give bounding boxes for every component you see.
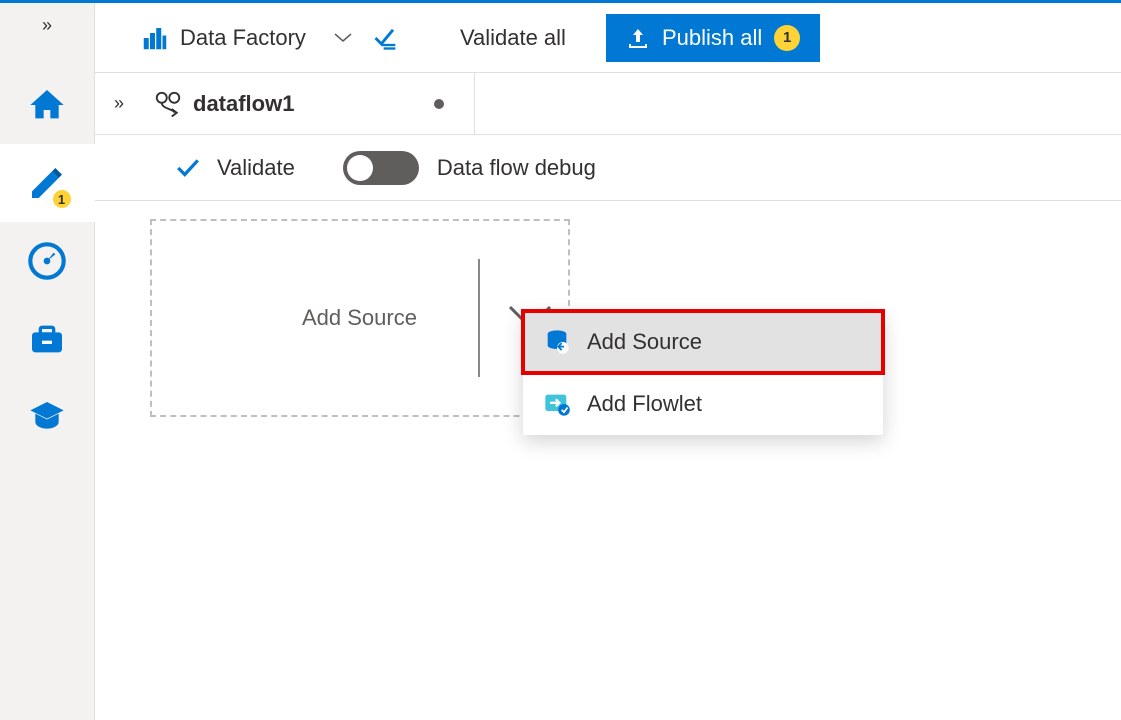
- upload-icon: [626, 26, 650, 50]
- menu-add-source[interactable]: Add Source: [523, 311, 883, 373]
- add-source-placeholder[interactable]: Add Source: [150, 219, 570, 417]
- factory-selector[interactable]: Data Factory: [140, 23, 352, 53]
- home-icon: [27, 85, 67, 125]
- validate-button[interactable]: Validate: [175, 155, 295, 181]
- author-badge: 1: [51, 188, 73, 210]
- factory-label: Data Factory: [180, 25, 306, 51]
- validate-all-button[interactable]: Validate all: [372, 24, 566, 52]
- toggle-thumb: [347, 155, 373, 181]
- divider: [478, 259, 480, 377]
- check-icon: [175, 155, 201, 181]
- collapse-nav-icon[interactable]: »: [42, 15, 52, 36]
- publish-badge: 1: [774, 25, 800, 51]
- nav-author[interactable]: 1: [0, 144, 95, 222]
- publish-all-button[interactable]: Publish all 1: [606, 14, 820, 62]
- menu-add-source-label: Add Source: [587, 329, 702, 355]
- dataflow-canvas[interactable]: Add Source Add Source: [95, 201, 1121, 417]
- add-source-placeholder-label: Add Source: [302, 305, 417, 331]
- tab-bar: » dataflow1: [95, 73, 1121, 135]
- database-source-icon: [543, 328, 571, 356]
- factory-icon: [140, 23, 170, 53]
- nav-home[interactable]: [0, 66, 95, 144]
- check-all-icon: [372, 24, 400, 52]
- nav-learn[interactable]: [0, 378, 95, 456]
- toolbox-icon: [27, 319, 67, 359]
- dataflow-icon: [153, 89, 183, 119]
- validate-all-label: Validate all: [460, 25, 566, 51]
- expand-panel-icon[interactable]: »: [95, 93, 143, 114]
- left-nav-rail: » 1: [0, 3, 95, 720]
- flowlet-icon: [543, 390, 571, 418]
- dataflow-action-bar: Validate Data flow debug: [95, 135, 1121, 201]
- graduation-icon: [27, 397, 67, 437]
- nav-monitor[interactable]: [0, 222, 95, 300]
- menu-add-flowlet[interactable]: Add Flowlet: [523, 373, 883, 435]
- menu-add-flowlet-label: Add Flowlet: [587, 391, 702, 417]
- main-content: Data Factory Validate all Publish all 1 …: [95, 3, 1121, 720]
- validate-label: Validate: [217, 155, 295, 181]
- debug-label: Data flow debug: [437, 155, 596, 181]
- gauge-icon: [27, 241, 67, 281]
- nav-manage[interactable]: [0, 300, 95, 378]
- chevron-down-icon: [334, 33, 352, 43]
- unsaved-indicator-icon: [434, 99, 444, 109]
- debug-toggle[interactable]: [343, 151, 419, 185]
- publish-label: Publish all: [662, 25, 762, 51]
- tab-dataflow1[interactable]: dataflow1: [143, 73, 475, 135]
- add-source-menu: Add Source Add Flowlet: [523, 311, 883, 435]
- top-toolbar: Data Factory Validate all Publish all 1: [95, 3, 1121, 73]
- tab-name: dataflow1: [193, 91, 294, 117]
